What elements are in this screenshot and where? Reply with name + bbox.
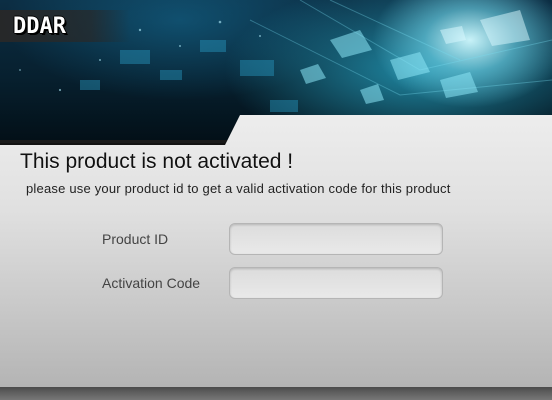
activation-instructions: please use your product id to get a vali…	[26, 181, 451, 196]
product-id-label: Product ID	[102, 231, 169, 247]
footer-bar	[0, 387, 552, 400]
product-id-input[interactable]	[229, 223, 443, 255]
activation-code-label: Activation Code	[102, 275, 201, 291]
activation-code-input[interactable]	[229, 267, 443, 299]
activation-title: This product is not activated !	[20, 150, 294, 173]
app-logo: DDAR	[13, 14, 66, 39]
